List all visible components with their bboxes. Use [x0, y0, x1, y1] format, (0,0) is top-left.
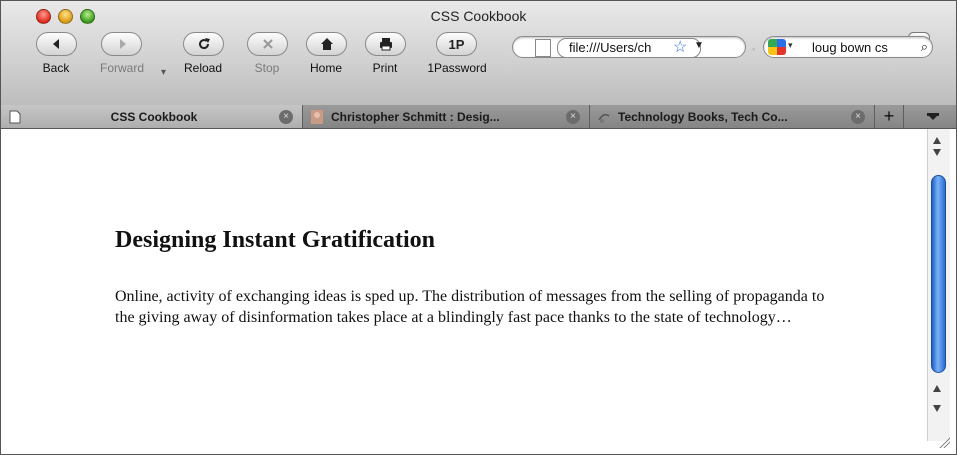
document-icon	[9, 110, 21, 123]
print-label: Print	[372, 61, 398, 75]
back-label: Back	[42, 61, 70, 75]
bookmark-star-icon[interactable]: ☆	[673, 37, 687, 57]
browser-toolbar: CSS Cookbook Back Forward ▾ Reload Stop …	[1, 1, 956, 106]
print-button[interactable]	[365, 32, 406, 56]
address-bar[interactable]: file:///Users/ch ☆ ▼	[512, 36, 746, 58]
reload-icon	[198, 38, 210, 50]
tab-label: CSS Cookbook	[110, 109, 198, 124]
stop-x-icon	[262, 39, 273, 49]
new-tab-button[interactable]: +	[875, 105, 904, 128]
tab-close-icon[interactable]: ×	[279, 109, 293, 124]
search-engine-dropdown-icon[interactable]: ▾	[788, 40, 793, 51]
page-content: Designing Instant Gratification Online, …	[2, 129, 926, 453]
url-dropdown-icon[interactable]: ▼	[694, 40, 704, 51]
tab-close-icon[interactable]: ×	[566, 109, 580, 124]
scroll-down-arrow-icon[interactable]	[933, 405, 941, 412]
tab-christopher-schmitt[interactable]: Christopher Schmitt : Desig... ×	[303, 105, 590, 128]
vertical-scrollbar[interactable]	[927, 129, 950, 441]
forward-button[interactable]	[101, 32, 142, 56]
site-icon	[598, 113, 610, 123]
tab-close-icon[interactable]: ×	[851, 109, 865, 124]
search-bar[interactable]: ▾ loug bown cs ⌕	[763, 36, 933, 58]
printer-icon	[379, 38, 392, 51]
home-button[interactable]	[306, 32, 347, 56]
forward-label: Forward	[99, 61, 144, 75]
scroll-thumb[interactable]	[931, 175, 946, 373]
tab-technology-books[interactable]: Technology Books, Tech Co... ×	[590, 105, 875, 128]
page-icon	[535, 39, 551, 57]
page-heading: Designing Instant Gratification	[115, 227, 436, 253]
browser-window: CSS Cookbook Back Forward ▾ Reload Stop …	[0, 0, 957, 455]
window-title: CSS Cookbook	[430, 8, 527, 24]
back-button[interactable]	[36, 32, 77, 56]
tab-label: Technology Books, Tech Co...	[618, 109, 788, 124]
person-photo-icon	[311, 109, 323, 124]
resize-grip-icon[interactable]	[938, 436, 950, 448]
page-paragraph: Online, activity of exchanging ideas is …	[115, 288, 825, 326]
home-icon	[320, 38, 333, 50]
scroll-up-arrow-icon[interactable]	[933, 385, 941, 392]
tab-strip: CSS Cookbook × Christopher Schmitt : Des…	[1, 105, 956, 129]
tab-css-cookbook[interactable]: CSS Cookbook ×	[1, 105, 303, 128]
onepassword-button[interactable]: 1P	[436, 32, 477, 56]
reload-label: Reload	[183, 61, 223, 75]
scroll-up-arrow-icon[interactable]	[933, 137, 941, 144]
search-icon[interactable]: ⌕	[921, 39, 928, 55]
onepassword-icon: 1P	[448, 36, 465, 52]
history-dropdown-icon[interactable]: ▾	[161, 67, 166, 78]
tab-list-button[interactable]	[910, 105, 954, 128]
forward-arrow-icon	[119, 39, 126, 49]
home-label: Home	[309, 61, 342, 75]
onepassword-label: 1Password	[427, 61, 487, 75]
stop-button[interactable]	[247, 32, 288, 56]
google-search-engine-icon[interactable]	[768, 39, 786, 55]
url-input[interactable]: file:///Users/ch	[569, 40, 671, 55]
back-arrow-icon	[52, 39, 59, 49]
tab-label: Christopher Schmitt : Desig...	[331, 109, 500, 124]
reload-button[interactable]	[183, 32, 224, 56]
scroll-down-arrow-icon[interactable]	[933, 149, 941, 156]
search-input[interactable]: loug bown cs	[812, 40, 888, 55]
stop-label: Stop	[254, 61, 280, 75]
tab-list-icon	[927, 113, 939, 120]
toolbar-separator-icon: ◦	[752, 44, 756, 54]
